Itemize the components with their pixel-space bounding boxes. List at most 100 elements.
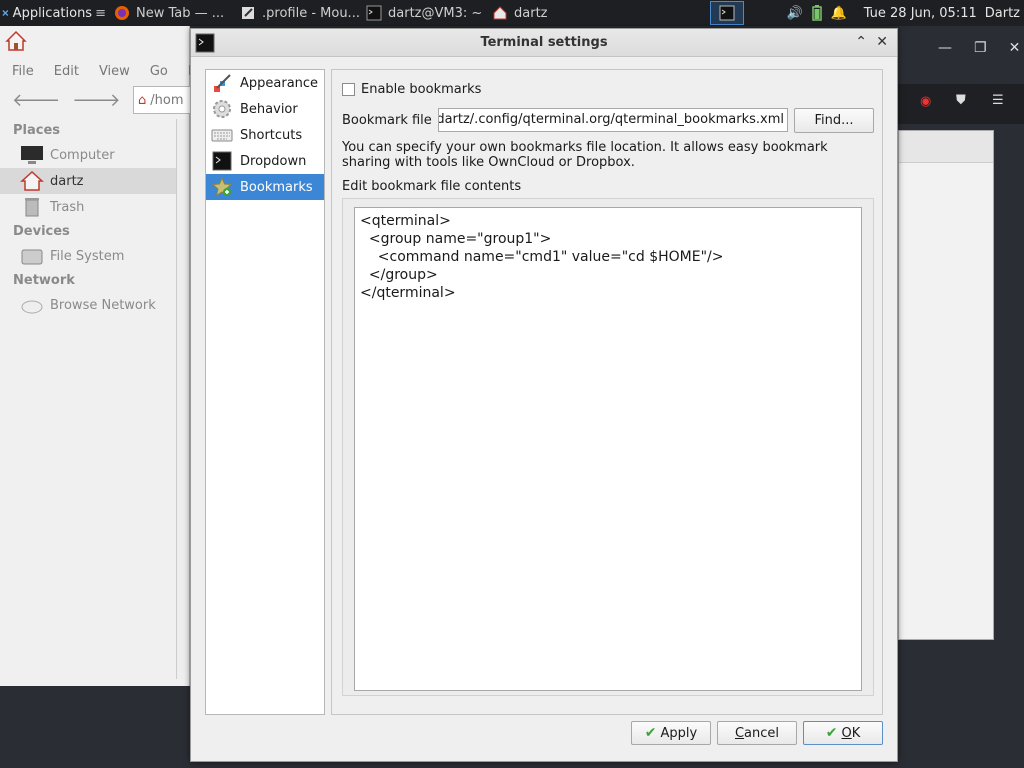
nav-item-label: Appearance: [240, 75, 319, 91]
applications-menu[interactable]: Applications ≡: [0, 0, 110, 26]
fm-menu-edit[interactable]: Edit: [54, 64, 79, 79]
bookmark-file-value: /home/dartz/.config/qterminal.org/qtermi…: [439, 112, 784, 127]
inner-window-header: [899, 131, 993, 163]
terminal-icon: [195, 33, 215, 53]
fm-scrollbar[interactable]: [176, 119, 188, 679]
active-terminal-window-button[interactable]: [709, 1, 744, 25]
back-arrow-icon[interactable]: 🡐: [12, 90, 60, 111]
nav-item-appearance[interactable]: Appearance: [206, 70, 324, 96]
trash-icon: [25, 198, 39, 217]
battery-icon[interactable]: [806, 5, 828, 21]
ok-button[interactable]: ✔ OK: [803, 721, 883, 745]
nav-item-label: Dropdown: [240, 153, 307, 169]
enable-bookmarks-label: Enable bookmarks: [361, 82, 482, 97]
dialog-titlebar[interactable]: Terminal settings ⌃ ✕: [191, 29, 897, 57]
task-home-folder[interactable]: dartz: [488, 0, 588, 26]
volume-icon[interactable]: 🔊: [784, 6, 806, 21]
fm-menu-file[interactable]: File: [12, 64, 34, 79]
task-label: .profile - Mou...: [262, 5, 360, 21]
sidebar-item-label: dartz: [50, 173, 84, 189]
terminal-icon: [366, 5, 382, 21]
cancel-label: Cancel: [735, 726, 779, 741]
task-terminal[interactable]: dartz@VM3: ~: [362, 0, 488, 26]
panel-user[interactable]: Dartz: [985, 6, 1024, 21]
sidebar-item-dartz[interactable]: dartz: [0, 168, 176, 194]
terminal-icon: [210, 150, 234, 172]
sidebar-item-label: Computer: [50, 147, 115, 163]
dialog-title: Terminal settings: [480, 35, 608, 50]
home-icon: ⌂: [138, 92, 147, 108]
fm-menu-go[interactable]: Go: [150, 64, 168, 79]
hamburger-menu-icon[interactable]: ☰: [992, 93, 1004, 108]
extension-icon[interactable]: ◉: [920, 94, 931, 109]
bookmark-file-label: Bookmark file: [342, 113, 432, 128]
close-icon[interactable]: ✕: [1009, 40, 1021, 56]
menu-handle-icon: ≡: [95, 5, 106, 21]
edit-bookmark-label: Edit bookmark file contents: [342, 179, 522, 194]
maximize-icon[interactable]: ❐: [974, 40, 987, 56]
forward-arrow-icon[interactable]: 🡒: [72, 90, 120, 111]
panel-clock[interactable]: Tue 28 Jun, 05:11: [850, 6, 985, 21]
fm-sidebar: Places Computer dartz Trash Devices File…: [0, 119, 176, 318]
sidebar-item-label: Trash: [50, 199, 85, 215]
apply-button[interactable]: ✔ Apply: [631, 721, 711, 745]
editor-frame: <qterminal> <group name="group1"> <comma…: [342, 198, 874, 696]
task-label: dartz@VM3: ~: [388, 5, 483, 21]
sidebar-item-browse-network[interactable]: Browse Network: [0, 292, 176, 318]
nav-item-label: Bookmarks: [240, 179, 313, 195]
task-label: dartz: [514, 5, 548, 21]
bookmark-file-editor[interactable]: <qterminal> <group name="group1"> <comma…: [354, 207, 862, 691]
terminal-settings-dialog: Terminal settings ⌃ ✕ Appearance Behavio…: [190, 28, 898, 762]
firefox-icon: [115, 6, 129, 20]
computer-icon: [21, 146, 43, 164]
fm-menubar: File Edit View Go H: [0, 56, 198, 86]
nav-item-dropdown[interactable]: Dropdown: [206, 148, 324, 174]
cancel-rest: ancel: [744, 725, 780, 741]
nav-item-label: Shortcuts: [240, 127, 303, 143]
bookmark-file-input[interactable]: /home/dartz/.config/qterminal.org/qtermi…: [438, 108, 788, 132]
keyboard-icon: [210, 124, 234, 146]
sidebar-item-trash[interactable]: Trash: [0, 194, 176, 220]
enable-bookmarks-checkbox[interactable]: [342, 83, 355, 96]
xfce-logo-icon: [2, 10, 9, 16]
cancel-mnemonic: C: [734, 725, 745, 741]
checkmark-icon: ✔: [644, 725, 657, 741]
home-folder-icon: [20, 171, 44, 191]
shade-up-icon[interactable]: ⌃: [855, 34, 867, 50]
ublock-icon[interactable]: ⛊: [956, 93, 966, 108]
nav-item-shortcuts[interactable]: Shortcuts: [206, 122, 324, 148]
find-button[interactable]: Find...: [794, 108, 874, 133]
cloud-icon: [21, 300, 43, 314]
gear-icon: [210, 98, 234, 120]
paint-brush-icon: [210, 72, 234, 94]
network-heading: Network: [13, 273, 75, 288]
fm-menu-view[interactable]: View: [99, 64, 130, 79]
location-text: /hom: [150, 92, 184, 108]
sidebar-item-label: Browse Network: [50, 297, 156, 313]
close-icon[interactable]: ✕: [876, 34, 888, 50]
nav-item-bookmarks[interactable]: Bookmarks: [206, 174, 324, 200]
file-manager-window: File Edit View Go H 🡐 🡒 🡑 ⌂ ⌂ /hom Place…: [0, 26, 198, 686]
settings-nav-list: Appearance Behavior Shortcuts Dropdown B…: [205, 69, 325, 715]
enable-bookmarks-checkbox-row[interactable]: Enable bookmarks: [342, 82, 481, 97]
nav-item-behavior[interactable]: Behavior: [206, 96, 324, 122]
sidebar-item-file-system[interactable]: File System: [0, 243, 176, 269]
notification-bell-icon[interactable]: 🔔: [828, 6, 850, 21]
sidebar-item-label: File System: [50, 248, 125, 264]
cancel-button[interactable]: Cancel: [717, 721, 797, 745]
fm-location-bar[interactable]: ⌂ /hom: [133, 86, 193, 114]
sidebar-item-computer[interactable]: Computer: [0, 142, 176, 168]
minimize-icon[interactable]: —: [938, 40, 952, 56]
background-browser-window: — ❐ ✕ ◉ ⛊ ☰: [898, 26, 1024, 768]
browser-toolbar: ◉ ⛊ ☰: [898, 84, 1024, 124]
top-panel: Applications ≡ New Tab — ... .profile - …: [0, 0, 1024, 26]
window-controls: — ❐ ✕: [938, 40, 1020, 56]
task-firefox[interactable]: New Tab — ...: [110, 0, 236, 26]
task-text-editor[interactable]: .profile - Mou...: [236, 0, 362, 26]
task-label: New Tab — ...: [136, 5, 225, 21]
places-heading: Places: [13, 123, 61, 138]
devices-heading: Devices: [13, 224, 70, 239]
text-editor-icon: [242, 7, 254, 19]
applications-label: Applications: [12, 5, 93, 21]
checkmark-icon: ✔: [825, 725, 838, 741]
